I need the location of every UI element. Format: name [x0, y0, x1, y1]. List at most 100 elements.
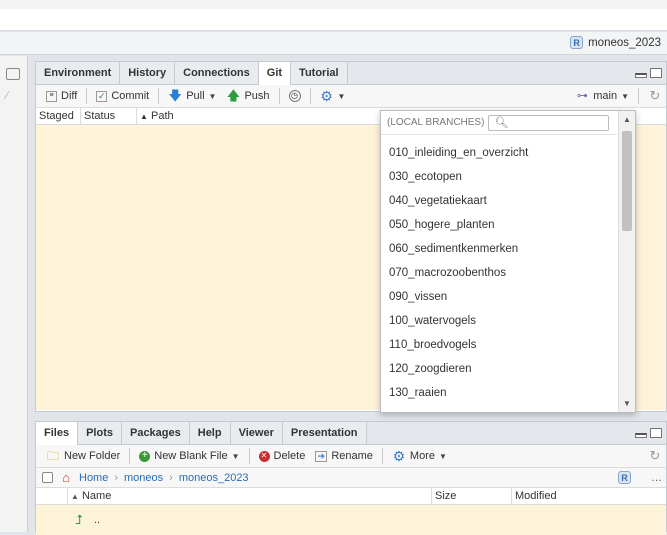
tab-tutorial[interactable]: Tutorial [291, 62, 348, 84]
new-folder-button[interactable]: 🗀 New Folder [42, 449, 124, 463]
branch-item[interactable]: 030_ecotopen [381, 165, 617, 189]
commit-checkbox-icon: ✓ [96, 90, 108, 102]
push-label: Push [244, 90, 270, 102]
parent-folder-icon[interactable]: ⮥ [72, 513, 86, 527]
gear-dropdown-icon: ▼ [337, 91, 346, 101]
pull-button[interactable]: 🡇 Pull ▼ [164, 89, 220, 103]
more-button[interactable]: ⚙ More ▼ [388, 449, 451, 463]
local-branches-label: (LOCAL BRANCHES) [387, 117, 485, 128]
tab-plots[interactable]: Plots [78, 422, 122, 444]
col-name-label: Name [81, 490, 112, 502]
push-arrow-icon: 🡅 [226, 88, 241, 103]
git-settings-button[interactable]: ⚙ ▼ [316, 89, 350, 103]
tab-files[interactable]: Files [36, 422, 79, 445]
branch-search-input[interactable]: 🔍︎ [488, 114, 610, 131]
tab-packages[interactable]: Packages [121, 422, 190, 444]
branch-list: 010_inleiding_en_overzicht 030_ecotopen … [381, 141, 617, 412]
files-refresh-button[interactable]: ↻ [644, 449, 666, 463]
maximize-icon[interactable] [650, 428, 662, 438]
sort-asc-icon: ▲ [71, 492, 79, 501]
diff-icon: ≡ [46, 90, 57, 102]
branch-dropdown-header: (LOCAL BRANCHES) 🔍︎ [381, 111, 617, 135]
diff-button[interactable]: ≡ Diff [42, 90, 81, 102]
add-file-icon: + [139, 450, 151, 462]
refresh-button[interactable]: ↻ [644, 89, 666, 103]
parent-folder-link[interactable]: .. [94, 514, 100, 526]
more-label: More [409, 450, 435, 462]
new-blank-file-label: New Blank File [154, 450, 228, 462]
home-icon[interactable]: ⌂ [59, 470, 73, 485]
branch-item[interactable]: 060_sedimentkenmerken [381, 237, 617, 261]
branch-item[interactable]: 050_hogere_planten [381, 213, 617, 237]
scrollbar-thumb[interactable] [622, 131, 632, 231]
maximize-icon[interactable] [650, 68, 662, 78]
delete-button[interactable]: ✕ Delete [255, 450, 310, 462]
clock-icon: ◷ [288, 90, 301, 102]
branch-item[interactable]: 090_vissen [381, 285, 617, 309]
breadcrumb-moneos[interactable]: moneos [124, 472, 163, 484]
branch-item[interactable]: 110_broedvogels [381, 333, 617, 357]
branch-item[interactable]: 100_watervogels [381, 309, 617, 333]
more-dropdown-icon: ▼ [438, 451, 447, 461]
files-list: ⮥ .. [36, 505, 666, 535]
diff-label: Diff [61, 90, 78, 102]
files-pane-window-controls [635, 422, 666, 444]
col-status[interactable]: Status [81, 108, 137, 124]
branch-item[interactable]: 130_raaien [381, 381, 617, 405]
project-name: moneos_2023 [588, 36, 661, 49]
col-size[interactable]: Size [432, 488, 512, 504]
rename-icon: ➔ [315, 450, 328, 462]
tab-environment[interactable]: Environment [36, 62, 121, 84]
rename-button[interactable]: ➔ Rename [311, 450, 377, 462]
pull-label: Pull [186, 90, 205, 102]
branch-item[interactable]: 120_zoogdieren [381, 357, 617, 381]
window-top-bar [0, 9, 667, 31]
tab-presentation[interactable]: Presentation [282, 422, 367, 444]
branch-button[interactable]: ⊶ main ▼ [571, 89, 633, 103]
tab-viewer[interactable]: Viewer [230, 422, 283, 444]
branch-dropdown: (LOCAL BRANCHES) 🔍︎ 010_inleiding_en_ove… [380, 110, 636, 413]
breadcrumb-separator: › [169, 471, 173, 484]
breadcrumb-home[interactable]: Home [79, 472, 108, 484]
new-blank-file-button[interactable]: + New Blank File ▼ [135, 450, 243, 462]
delete-label: Delete [273, 450, 306, 462]
broom-icon[interactable]: ⁄ [6, 90, 20, 102]
pull-dropdown-icon[interactable]: ▼ [209, 92, 217, 101]
branch-icon: ⊶ [576, 90, 588, 102]
refresh-icon: ↻ [649, 448, 661, 463]
col-name[interactable]: ▲ Name [68, 488, 432, 504]
col-modified[interactable]: Modified [512, 488, 666, 504]
branch-item[interactable]: 040_vegetatiekaart [381, 189, 617, 213]
project-menu[interactable]: R moneos_2023 [570, 36, 661, 49]
branch-dropdown-icon: ▼ [621, 91, 629, 101]
col-path-label: Path [150, 110, 174, 122]
history-button[interactable]: ◷ [285, 90, 305, 102]
scroll-down-icon[interactable]: ▼ [623, 399, 631, 408]
more-path-icon[interactable]: … [651, 472, 666, 484]
new-folder-label: New Folder [64, 450, 121, 462]
breadcrumb-separator: › [114, 471, 119, 484]
select-all-checkbox[interactable] [42, 472, 53, 483]
scroll-up-icon[interactable]: ▲ [623, 115, 631, 124]
branch-label: main [593, 90, 618, 102]
tab-history[interactable]: History [120, 62, 176, 84]
gear-icon: ⚙ [320, 88, 333, 104]
minimize-icon[interactable] [635, 433, 647, 438]
push-button[interactable]: 🡅 Push [222, 89, 273, 103]
minimize-icon[interactable] [635, 73, 647, 78]
tab-git[interactable]: Git [258, 62, 292, 85]
tab-connections[interactable]: Connections [175, 62, 259, 84]
commit-button[interactable]: ✓ Commit [92, 90, 153, 102]
search-icon: 🔍︎ [494, 117, 509, 129]
branch-item[interactable]: 010_inleiding_en_overzicht [381, 141, 617, 165]
git-pane-tabbar: Environment History Connections Git Tuto… [36, 62, 666, 85]
branch-item[interactable]: 070_macrozoobenthos [381, 261, 617, 285]
restore-pane-icon[interactable] [6, 68, 20, 80]
breadcrumb-moneos-2023[interactable]: moneos_2023 [179, 472, 249, 484]
tab-help[interactable]: Help [189, 422, 231, 444]
new-folder-icon: 🗀 [46, 449, 59, 463]
branch-list-scrollbar[interactable]: ▲ ▼ [618, 111, 635, 412]
col-staged[interactable]: Staged [36, 108, 81, 124]
r-project-icon[interactable]: R [618, 471, 631, 484]
sort-asc-icon: ▲ [140, 112, 148, 121]
